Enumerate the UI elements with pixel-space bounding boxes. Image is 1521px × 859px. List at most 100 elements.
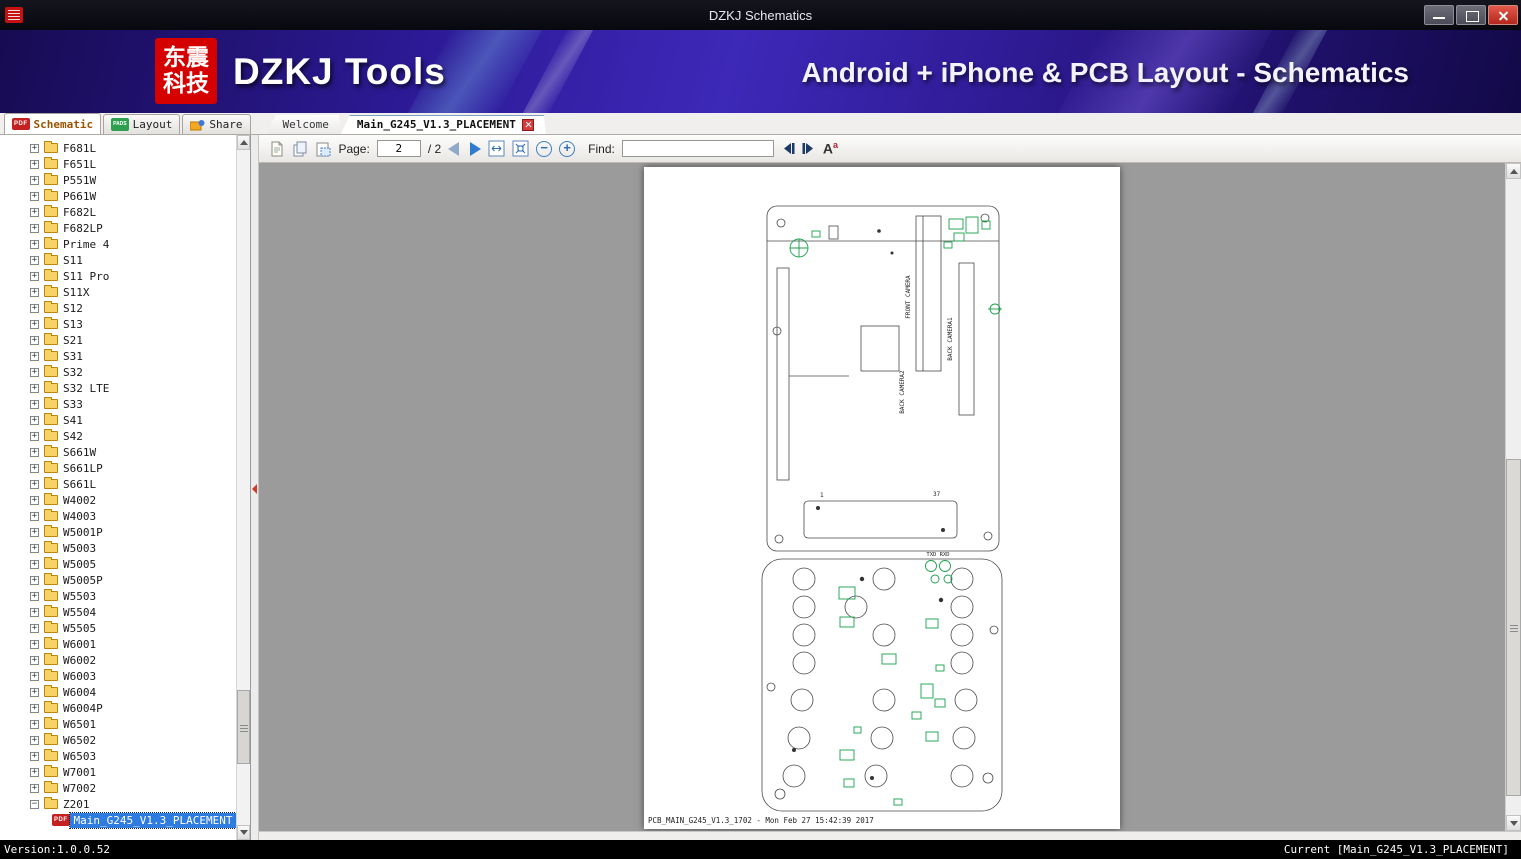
tree-toggle-icon[interactable]: + (30, 255, 39, 265)
match-case-icon[interactable]: Aa (823, 141, 838, 156)
tree-item[interactable]: + W4002 (0, 492, 236, 508)
tree-toggle-icon[interactable]: + (30, 623, 39, 633)
tree-item[interactable]: + S32 (0, 364, 236, 380)
tree-toggle-icon[interactable]: + (30, 175, 39, 185)
tab-share[interactable]: Share (182, 114, 251, 134)
tree-toggle-icon[interactable]: + (30, 319, 39, 329)
tree-toggle-icon[interactable]: + (30, 479, 39, 489)
snapshot-icon[interactable] (315, 141, 331, 157)
scroll-track[interactable] (237, 150, 251, 825)
tree-toggle-icon[interactable]: + (30, 399, 39, 409)
tree-toggle-icon[interactable]: + (30, 735, 39, 745)
tree-item[interactable]: + S32 LTE (0, 380, 236, 396)
tree-toggle-icon[interactable]: + (30, 207, 39, 217)
tree-item[interactable]: + W7002 (0, 780, 236, 796)
find-prev-icon[interactable] (781, 142, 795, 155)
tree-item[interactable]: + W5005P (0, 572, 236, 588)
tree-toggle-icon[interactable]: + (30, 639, 39, 649)
tree-item[interactable]: + S13 (0, 316, 236, 332)
prev-page-icon[interactable] (448, 141, 460, 156)
sidebar-splitter[interactable] (251, 135, 260, 840)
tree-item[interactable]: + W5001P (0, 524, 236, 540)
tree-toggle-icon[interactable]: + (30, 671, 39, 681)
tree-toggle-icon[interactable]: + (30, 719, 39, 729)
tree-toggle-icon[interactable]: + (30, 335, 39, 345)
tab-main-g245-placement[interactable]: Main_G245_V1.3_PLACEMENT (341, 115, 546, 134)
tree-item[interactable]: + S11X (0, 284, 236, 300)
tree-item[interactable]: + Prime 4 (0, 236, 236, 252)
tree-item[interactable]: + S21 (0, 332, 236, 348)
tree-item[interactable]: + S31 (0, 348, 236, 364)
tree-item[interactable]: + F682LP (0, 220, 236, 236)
tree-toggle-icon[interactable]: + (30, 239, 39, 249)
tree-toggle-icon[interactable]: + (30, 415, 39, 425)
tree-item[interactable]: + W7001 (0, 764, 236, 780)
tree-toggle-icon[interactable]: + (30, 703, 39, 713)
tree-item[interactable]: − Z201 (0, 796, 236, 812)
tree-item[interactable]: + W6501 (0, 716, 236, 732)
scroll-up-icon[interactable] (1506, 163, 1521, 179)
tree-toggle-icon[interactable]: + (30, 271, 39, 281)
tree-toggle-icon[interactable]: + (30, 383, 39, 393)
tree-item[interactable]: + S11 (0, 252, 236, 268)
tree-toggle-icon[interactable]: + (30, 543, 39, 553)
tree-toggle-icon[interactable]: + (30, 367, 39, 377)
tree-toggle-icon[interactable]: + (30, 159, 39, 169)
tree-item[interactable]: + W6002 (0, 652, 236, 668)
tree-toggle-icon[interactable]: + (30, 495, 39, 505)
select-text-icon[interactable] (269, 141, 285, 157)
tree-item[interactable]: + W6004 (0, 684, 236, 700)
tree-toggle-icon[interactable]: + (30, 607, 39, 617)
copy-page-icon[interactable] (292, 141, 308, 157)
fit-width-icon[interactable] (488, 140, 505, 157)
scroll-track[interactable] (1506, 179, 1521, 815)
tree-toggle-icon[interactable]: + (30, 783, 39, 793)
tree-toggle-icon[interactable]: − (30, 799, 39, 809)
viewer-canvas[interactable]: FRONT CAMERA BACK CAMERA1 BACK CAMERA2 T… (259, 163, 1505, 831)
tree-toggle-icon[interactable]: + (30, 447, 39, 457)
tree-toggle-icon[interactable]: + (30, 767, 39, 777)
tree-toggle-icon[interactable]: + (30, 351, 39, 361)
scroll-thumb[interactable] (1506, 458, 1521, 796)
tree-item[interactable]: + S41 (0, 412, 236, 428)
tree-item[interactable]: + S12 (0, 300, 236, 316)
tree-item[interactable]: + W5505 (0, 620, 236, 636)
tree-item[interactable]: + S661LP (0, 460, 236, 476)
scroll-down-icon[interactable] (1506, 815, 1521, 831)
scroll-thumb[interactable] (237, 690, 251, 765)
tree-toggle-icon[interactable]: + (30, 143, 39, 153)
tree-toggle-icon[interactable]: + (30, 223, 39, 233)
page-input[interactable] (376, 140, 421, 157)
viewer-scrollbar[interactable] (1505, 163, 1521, 831)
tree-item[interactable]: + W6004P (0, 700, 236, 716)
fit-page-icon[interactable] (512, 140, 529, 157)
next-page-icon[interactable] (470, 141, 482, 156)
scroll-down-icon[interactable] (237, 825, 251, 840)
tree-item[interactable]: + S42 (0, 428, 236, 444)
tree-item[interactable]: + W6503 (0, 748, 236, 764)
tree-item[interactable]: + F651L (0, 156, 236, 172)
tab-welcome[interactable]: Welcome (267, 115, 341, 134)
tree-toggle-icon[interactable]: + (30, 431, 39, 441)
tree-toggle-icon[interactable]: + (30, 575, 39, 585)
tree-toggle-icon[interactable]: + (30, 591, 39, 601)
tree-item[interactable]: + S661W (0, 444, 236, 460)
tree-item[interactable]: + S661L (0, 476, 236, 492)
tree-item[interactable]: + F682L (0, 204, 236, 220)
close-tab-icon[interactable] (522, 119, 534, 131)
tree-item[interactable]: + W6001 (0, 636, 236, 652)
tree-item[interactable]: + F681L (0, 140, 236, 156)
find-input[interactable] (621, 140, 774, 157)
tree-item[interactable]: + W6502 (0, 732, 236, 748)
tree-item[interactable]: + S11 Pro (0, 268, 236, 284)
tree-toggle-icon[interactable]: + (30, 559, 39, 569)
tree-item[interactable]: + W5005 (0, 556, 236, 572)
tree-item[interactable]: + W6003 (0, 668, 236, 684)
tree-toggle-icon[interactable]: + (30, 511, 39, 521)
minimize-button[interactable] (1424, 5, 1454, 25)
tree-item[interactable]: + P551W (0, 172, 236, 188)
zoom-in-icon[interactable] (559, 140, 576, 157)
tree-item[interactable]: + W5003 (0, 540, 236, 556)
find-next-icon[interactable] (802, 142, 816, 155)
tree-item[interactable]: + P661W (0, 188, 236, 204)
